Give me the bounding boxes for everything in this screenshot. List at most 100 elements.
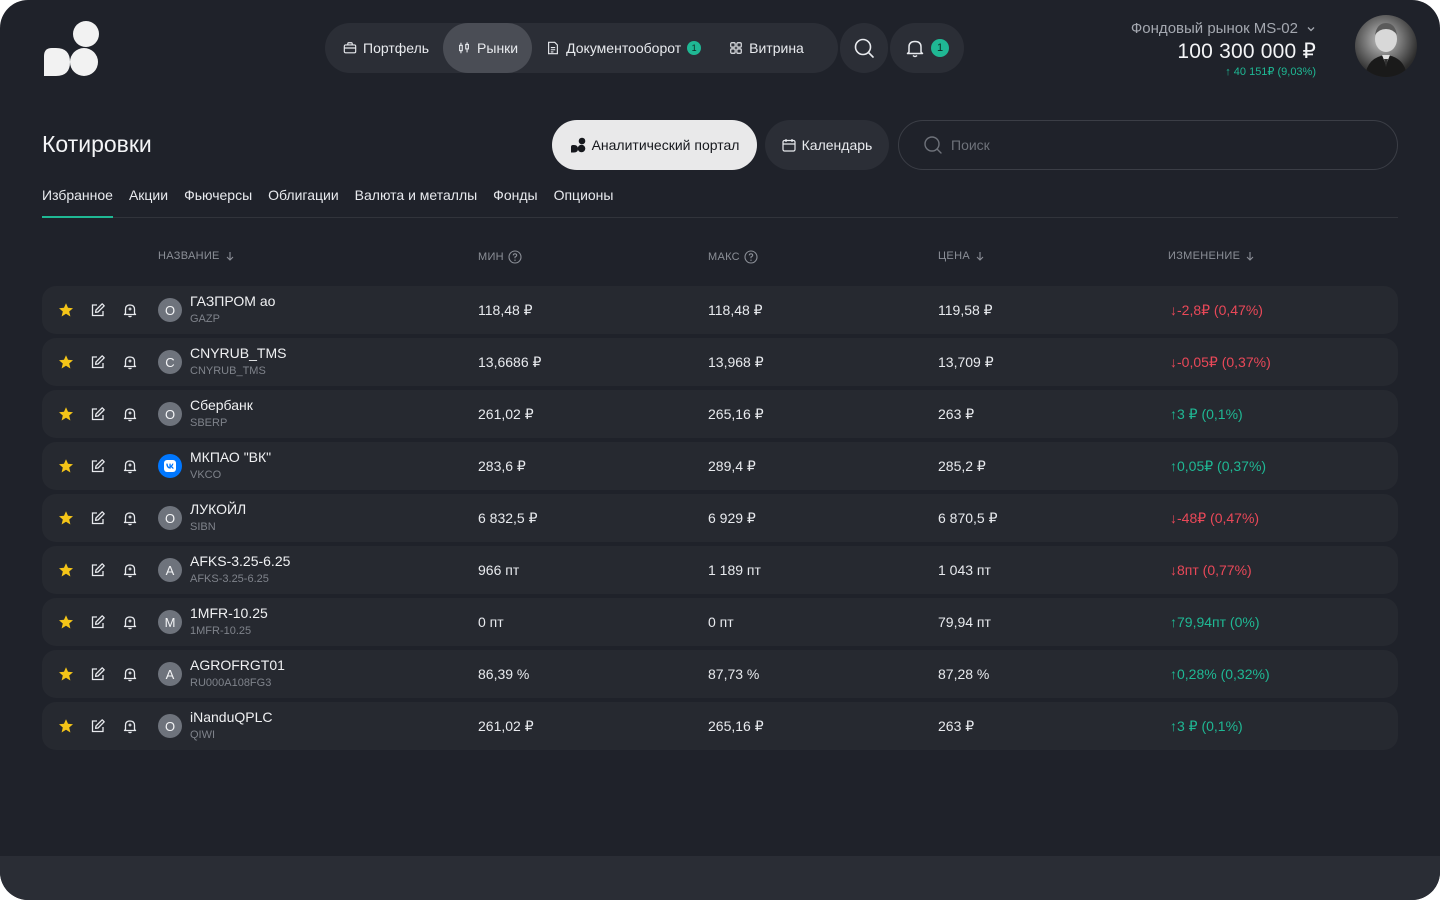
tab-funds[interactable]: Фонды (493, 186, 537, 218)
max-price: 118,48 ₽ (708, 301, 763, 318)
instrument-name: МКПАО "ВК" (190, 449, 272, 465)
current-price: 79,94 пт (938, 614, 991, 630)
price-alert-button[interactable] (122, 458, 138, 474)
price-alert-button[interactable] (122, 406, 138, 422)
change-arrow-icon: ↓ (1170, 302, 1177, 318)
price-alert-button[interactable] (122, 302, 138, 318)
table-row[interactable]: ОiNanduQPLC QIWI 261,02 ₽ 265,16 ₽ 263 ₽ ↑ 3 … (42, 702, 1398, 750)
price-alert-button[interactable] (122, 718, 138, 734)
favorite-star-button[interactable] (58, 458, 74, 474)
min-price: 118,48 ₽ (478, 301, 533, 318)
max-price: 265,16 ₽ (708, 717, 764, 734)
tab-options[interactable]: Опционы (554, 186, 614, 218)
column-max[interactable]: МАКС (708, 250, 758, 264)
price-alert-button[interactable] (122, 354, 138, 370)
edit-button[interactable] (90, 718, 106, 734)
edit-button[interactable] (90, 562, 106, 578)
notifications-button[interactable]: 1 (890, 23, 964, 73)
vk-icon (164, 460, 176, 472)
favorite-star-button[interactable] (58, 614, 74, 630)
alert-bell-icon (123, 720, 137, 734)
account-change-value: 40 151₽ (9,03%) (1233, 66, 1316, 78)
favorite-star-button[interactable] (58, 406, 74, 422)
edit-button[interactable] (90, 666, 106, 682)
tab-favorites[interactable]: Избранное (42, 186, 113, 218)
footer-strip (0, 856, 1440, 900)
edit-icon (91, 303, 105, 317)
table-row[interactable]: C CNYRUB_TMS CNYRUB_TMS 13,6686 ₽ 13,968 ₽ 13… (42, 338, 1398, 386)
brand-logo[interactable] (42, 20, 100, 76)
column-min[interactable]: МИН (478, 250, 522, 264)
analytic-portal-button[interactable]: Аналитический портал (552, 120, 757, 170)
price-alert-button[interactable] (122, 510, 138, 526)
change-value: 0,28% (0,32%) (1177, 666, 1270, 682)
tab-bonds[interactable]: Облигации (268, 186, 339, 218)
favorite-star-button[interactable] (58, 354, 74, 370)
search-input[interactable] (951, 137, 1351, 153)
table-row[interactable]: МКПАО "ВК" VKCO 283,6 ₽ 289,4 ₽ 285,2 ₽ ↑ 0,0… (42, 442, 1398, 490)
table-row[interactable]: M 1MFR-10.25 1MFR-10.25 0 пт 0 пт 79,94 пт ↑ 7… (42, 598, 1398, 646)
edit-button[interactable] (90, 406, 106, 422)
change-value: 3 ₽ (0,1%) (1177, 405, 1243, 422)
instrument-ticker: AFKS-3.25-6.25 (190, 573, 269, 585)
instrument-logo: О (158, 402, 182, 426)
price-alert-button[interactable] (122, 666, 138, 682)
edit-button[interactable] (90, 354, 106, 370)
edit-button[interactable] (90, 614, 106, 630)
edit-button[interactable] (90, 302, 106, 318)
edit-icon (91, 511, 105, 525)
account-selector[interactable]: Фондовый рынок MS-02 (1131, 20, 1316, 37)
table-row[interactable]: О ГАЗПРОМ ао GAZP 118,48 ₽ 118,48 ₽ 119,58 ₽ ↓… (42, 286, 1398, 334)
instrument-name: 1MFR-10.25 (190, 605, 268, 621)
price-alert-button[interactable] (122, 614, 138, 630)
help-icon[interactable] (508, 250, 522, 264)
max-price: 265,16 ₽ (708, 405, 764, 422)
table-row[interactable]: A AFKS-3.25-6.25 AFKS-3.25-6.25 966 пт 1 189… (42, 546, 1398, 594)
avatar[interactable] (1355, 15, 1417, 77)
instrument-logo: A (158, 558, 182, 582)
instrument-name: ЛУКОЙЛ (190, 501, 247, 517)
min-price: 13,6686 ₽ (478, 353, 542, 370)
tab-stocks[interactable]: Акции (129, 186, 168, 218)
instrument-name-block: AFKS-3.25-6.25 AFKS-3.25-6.25 (190, 552, 290, 587)
quotes-search[interactable] (898, 120, 1398, 170)
edit-button[interactable] (90, 510, 106, 526)
table-row[interactable]: О ЛУКОЙЛ SIBN 6 832,5 ₽ 6 929 ₽ 6 870,5 ₽ ↓ -4… (42, 494, 1398, 542)
calendar-button[interactable]: Календарь (765, 120, 889, 170)
tab-currency-metals[interactable]: Валюта и металлы (355, 186, 478, 218)
favorite-star-button[interactable] (58, 510, 74, 526)
favorite-star-button[interactable] (58, 562, 74, 578)
page-title: Котировки (42, 131, 152, 157)
grid-icon (730, 42, 742, 54)
favorite-star-button[interactable] (58, 666, 74, 682)
column-change[interactable]: ИЗМЕНЕНИЕ (1168, 250, 1256, 262)
max-price: 0 пт (708, 614, 734, 630)
edit-button[interactable] (90, 458, 106, 474)
instrument-name-block: 1MFR-10.25 1MFR-10.25 (190, 604, 268, 639)
favorite-star-button[interactable] (58, 302, 74, 318)
help-icon[interactable] (744, 250, 758, 264)
tab-futures[interactable]: Фьючерсы (184, 186, 252, 218)
nav-showcase[interactable]: Витрина (715, 23, 818, 73)
nav-documents[interactable]: Документооборот 1 (532, 23, 715, 73)
column-name[interactable]: НАЗВАНИЕ (158, 250, 236, 262)
account-summary[interactable]: Фондовый рынок MS-02 100 300 000 ₽ ↑ 40 … (1131, 20, 1316, 78)
nav-markets[interactable]: Рынки (443, 23, 533, 73)
nav-portfolio[interactable]: Портфель (329, 23, 443, 73)
table-row[interactable]: A AGROFRGT01 RU000A108FG3 86,39 % 87,73 % 87,… (42, 650, 1398, 698)
account-balance: 100 300 000 ₽ (1177, 40, 1316, 63)
current-price: 6 870,5 ₽ (938, 509, 998, 526)
price-alert-button[interactable] (122, 562, 138, 578)
table-row[interactable]: О Сбербанк SBERP 261,02 ₽ 265,16 ₽ 263 ₽ ↑ 3 ₽… (42, 390, 1398, 438)
instrument-letter: A (165, 666, 175, 682)
favorite-star-button[interactable] (58, 718, 74, 734)
instrument-name-block: iNanduQPLC QIWI (190, 708, 273, 743)
instrument-letter: M (164, 614, 176, 630)
alert-bell-icon (123, 512, 137, 526)
star-icon (59, 667, 73, 681)
column-price[interactable]: ЦЕНА (938, 250, 986, 262)
instrument-name-block: CNYRUB_TMS CNYRUB_TMS (190, 344, 286, 379)
global-search-button[interactable] (840, 23, 888, 73)
column-min-label: МИН (478, 251, 504, 263)
instrument-logo (158, 454, 182, 478)
